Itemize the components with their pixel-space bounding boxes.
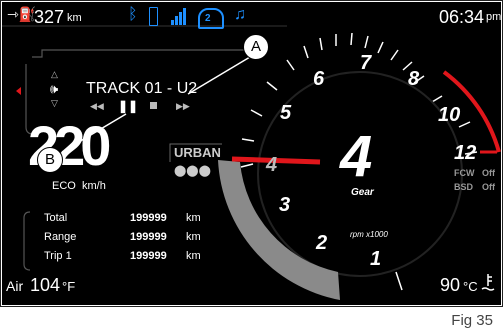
tach-number-1: 1 [370,248,382,270]
tach-number-5: 5 [280,102,292,124]
ride-mode-label: URBAN [174,145,221,160]
tach-number-6: 6 [313,68,325,90]
range-unit: km [67,12,82,24]
rewind-icon[interactable]: ◀◀ [90,101,104,112]
tach-number-8: 8 [408,68,420,90]
bsd-label: BSD [454,182,474,192]
tach-number-3: 3 [279,194,291,216]
clock-ampm: pm [486,11,501,23]
odometer-trip1-unit: km [186,250,201,262]
headset-icon [198,8,224,29]
coolant-temp-unit: °C [463,279,478,294]
ride-mode-icons: ⬤⬤⬤ [174,165,211,177]
speaker-volume-icon[interactable]: 🕪 [50,81,58,97]
volume-up-arrow-icon[interactable]: △ [51,69,58,80]
callout-a-line [187,56,251,95]
phone-battery-icon [149,7,158,26]
signal-strength-icon [171,8,187,25]
range-value: 327 [34,7,65,27]
odometer-bracket [23,211,31,271]
fcw-label: FCW [454,168,475,178]
stop-icon[interactable] [150,102,157,109]
volume-down-arrow-icon[interactable]: ▽ [51,98,58,109]
air-temp-unit: °F [62,279,76,294]
bluetooth-icon: ᛒ [128,6,138,23]
track-title: TRACK 01 - U2 [86,80,198,97]
fuel-pump-icon: ⇾⛽ [7,6,37,22]
rev-sweep [218,160,340,300]
air-temp-value: 104 [30,275,61,295]
rpm-unit-label: rpm x1000 [350,230,388,239]
odometer-total-label: Total [44,212,68,224]
left-arrow-indicator [16,87,21,95]
odometer-total-unit: km [186,212,201,224]
odometer-range-label: Range [44,231,77,243]
speed-unit: km/h [82,180,106,192]
air-label: Air [6,278,24,294]
coolant-temp-value: 90 [440,275,461,295]
gear-value: 4 [340,124,373,189]
media-panel-outline [32,49,247,58]
callout-b: B [37,147,63,173]
odometer-trip1-value: 199999 [130,250,167,262]
odometer-range-value: 199999 [130,231,167,243]
fast-forward-icon[interactable]: ▶▶ [176,101,190,112]
coolant-icon [481,274,495,291]
gear-label: Gear [351,187,374,198]
tach-number-10: 10 [438,104,461,126]
tach-number-2: 2 [316,232,328,254]
odometer-total-value: 199999 [130,212,167,224]
bsd-state: Off [482,182,495,192]
odometer-range-unit: km [186,231,201,243]
callout-a: A [243,34,269,60]
music-note-icon: ♫ [234,6,246,23]
odometer-trip1-label: Trip 1 [44,250,72,262]
eco-mode-label: ECO [52,180,76,192]
fcw-state: Off [482,168,495,178]
headset-count-label: 2 [205,13,211,24]
tach-number-7: 7 [360,52,372,74]
tach-number-12: 12 [454,142,477,164]
figure-caption: Fig 35 [451,312,493,329]
pause-icon[interactable]: ❚❚ [118,99,138,113]
tach-number-4: 4 [266,154,278,176]
clock-time: 06:34 [439,7,485,27]
